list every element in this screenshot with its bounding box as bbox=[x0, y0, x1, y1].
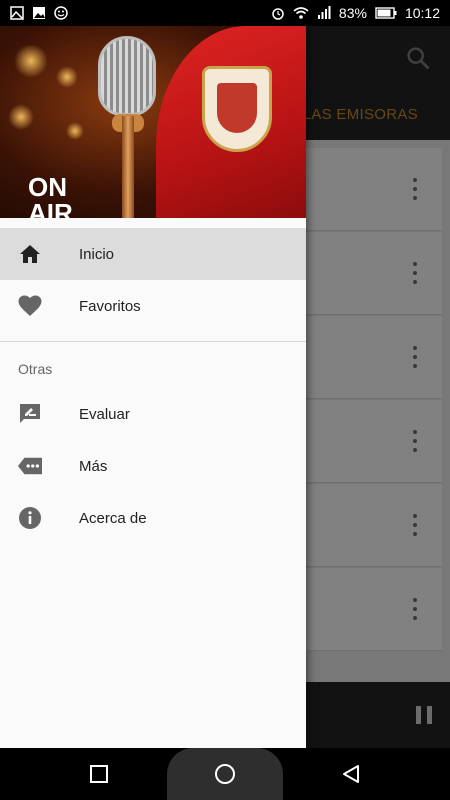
signal-icon bbox=[317, 6, 331, 19]
on-air-text: ON AIR bbox=[28, 174, 98, 218]
drawer-menu: Inicio Favoritos bbox=[0, 228, 306, 332]
screen: 83% 10:12 LAS EMISORAS ON AIR Inicio Fav… bbox=[0, 0, 450, 800]
back-button[interactable] bbox=[340, 763, 362, 785]
navigation-drawer: ON AIR Inicio Favoritos Otras Evaluar Má… bbox=[0, 26, 306, 748]
drawer-item-evaluar[interactable]: Evaluar bbox=[0, 388, 306, 440]
image-icon bbox=[10, 6, 24, 20]
on-air-line-2: AIR bbox=[28, 198, 73, 218]
drawer-item-acerca-de[interactable]: Acerca de bbox=[0, 492, 306, 544]
drawer-item-favoritos[interactable]: Favoritos bbox=[0, 280, 306, 332]
drawer-header-image: ON AIR bbox=[0, 26, 306, 218]
drawer-item-label: Más bbox=[79, 457, 108, 475]
status-right: 83% 10:12 bbox=[271, 5, 440, 21]
drawer-item-label: Inicio bbox=[79, 245, 115, 263]
smiley-icon bbox=[54, 6, 68, 20]
drawer-item-mas[interactable]: Más bbox=[0, 440, 306, 492]
info-icon bbox=[18, 506, 42, 530]
heart-icon bbox=[18, 294, 42, 318]
microphone-graphic bbox=[98, 36, 156, 116]
drawer-item-label: Favoritos bbox=[79, 297, 141, 315]
battery-percent: 83% bbox=[338, 5, 367, 21]
alarm-icon bbox=[272, 8, 284, 20]
on-air-line-1: ON bbox=[28, 172, 67, 202]
rate-review-icon bbox=[18, 402, 42, 426]
battery-icon bbox=[375, 7, 397, 19]
status-bar: 83% 10:12 bbox=[0, 0, 450, 26]
drawer-item-label: Acerca de bbox=[79, 509, 147, 527]
recents-button[interactable] bbox=[88, 763, 110, 785]
drawer-item-inicio[interactable]: Inicio bbox=[0, 228, 306, 280]
wifi-icon bbox=[293, 7, 309, 19]
home-button[interactable] bbox=[214, 763, 236, 785]
more-icon bbox=[18, 454, 42, 478]
clock: 10:12 bbox=[404, 5, 440, 21]
drawer-item-label: Evaluar bbox=[79, 405, 130, 423]
crest-emblem bbox=[202, 66, 272, 152]
home-icon bbox=[18, 242, 42, 266]
gallery-icon bbox=[33, 7, 45, 19]
status-left bbox=[10, 6, 68, 20]
system-nav-bar bbox=[0, 748, 450, 800]
section-title-otras: Otras bbox=[18, 361, 53, 377]
